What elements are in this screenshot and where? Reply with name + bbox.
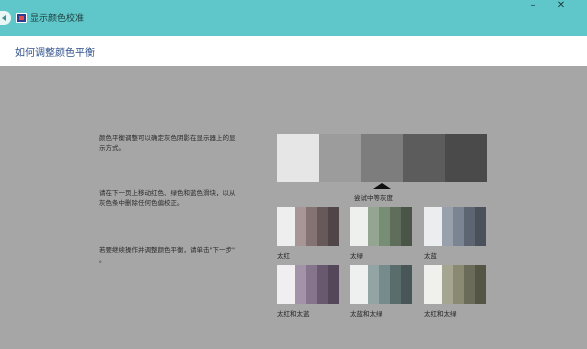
color-swatch [474,265,487,304]
page-header: 如何调整颜色平衡 [0,36,587,66]
sample-too-green [350,207,413,246]
color-swatch [452,265,464,304]
color-swatch [378,265,390,304]
sample-label: 太蓝和太绿 [350,310,383,318]
gray-swatch [361,134,403,182]
sample-too-blue-and-green [350,265,413,304]
instruction-text: 若要继续操作并调整颜色平衡，请单击"下一步" [99,246,235,254]
sample-label: 太绿 [350,252,363,260]
gray-swatch [403,134,445,182]
sample-label: 太红和太蓝 [277,310,310,318]
color-swatch [277,207,295,246]
color-swatch [424,207,442,246]
color-swatch [350,207,368,246]
instruction-text: 颜色平衡调整可以确定灰色阴影在显示器上的显 [99,134,236,142]
display-calibration-app-icon [16,13,27,23]
window-title: 显示颜色校准 [30,14,85,24]
color-swatch [277,265,295,304]
sample-too-red-and-blue [277,265,340,304]
instruction-text: 灰色条中删除任何色偏校正。 [99,198,184,207]
color-swatch [305,265,317,304]
back-arrow-icon[interactable] [0,11,11,25]
title-bar: 显示颜色校准 – ✕ [0,0,587,36]
close-button[interactable]: ✕ [548,0,574,14]
color-swatch [367,207,379,246]
sample-label: 太蓝 [424,252,437,260]
instruction-paragraph-1: 颜色平衡调整可以确定灰色阴影在显示器上的显 示方式。 [99,134,236,153]
color-swatch [316,265,328,304]
instruction-text: 请在下一页上移动红色、绿色和蓝色滑块，以从 [99,189,236,197]
instruction-text: 示方式。 [99,143,125,152]
color-swatch [463,207,475,246]
sample-label: 太红和太绿 [424,310,457,318]
sample-too-red-and-green [424,265,487,304]
instruction-paragraph-2: 请在下一页上移动红色、绿色和蓝色滑块，以从 灰色条中删除任何色偏校正。 [99,189,236,208]
sample-too-red [277,207,340,246]
gray-reference-caption: 尝试中等灰度 [354,194,393,202]
color-swatch [316,207,328,246]
color-swatch [389,207,401,246]
gray-swatch [319,134,361,182]
color-swatch [327,265,340,304]
color-swatch [327,207,340,246]
color-swatch [400,207,413,246]
sample-too-blue [424,207,487,246]
color-swatch [294,207,306,246]
color-swatch [400,265,413,304]
color-swatch [441,207,453,246]
minimize-button[interactable]: – [520,0,546,14]
color-swatch [424,265,442,304]
color-swatch [367,265,379,304]
triangle-marker-icon [373,183,391,189]
color-swatch [305,207,317,246]
color-swatch [378,207,390,246]
color-swatch [452,207,464,246]
color-swatch [350,265,368,304]
color-swatch [441,265,453,304]
gray-reference-bar [277,134,487,182]
color-swatch [463,265,475,304]
gray-swatch [445,134,487,182]
instruction-text: 。 [99,255,106,264]
page-title: 如何调整颜色平衡 [15,48,95,59]
gray-swatch [277,134,319,182]
color-swatch [389,265,401,304]
color-swatch [474,207,487,246]
instruction-paragraph-3: 若要继续操作并调整颜色平衡，请单击"下一步" 。 [99,246,235,265]
sample-label: 太红 [277,252,290,260]
color-swatch [294,265,306,304]
